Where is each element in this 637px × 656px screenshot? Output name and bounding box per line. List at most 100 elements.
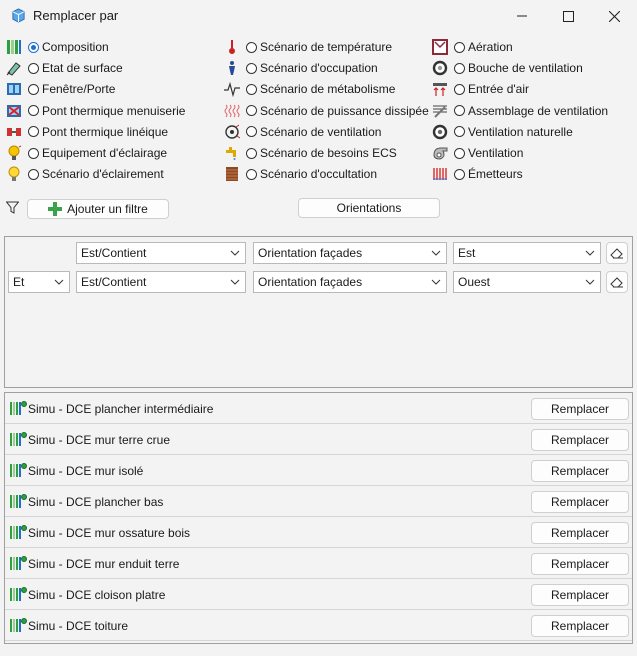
option-composition[interactable]: Composition <box>6 37 109 57</box>
option-ventilation-assembly[interactable]: Assemblage de ventilation <box>432 101 608 121</box>
list-item: Simu - DCE mur ossature bois Remplacer <box>5 517 632 548</box>
ventilation-assembly-icon <box>433 105 447 118</box>
heat-dissipation-icon <box>224 104 240 117</box>
option-heat-dissipation[interactable]: Scénario de puissance dissipée <box>224 101 429 121</box>
radio-button[interactable] <box>246 83 257 95</box>
chevron-down-icon <box>54 279 64 285</box>
replace-button-label: Remplacer <box>550 464 610 478</box>
replace-button[interactable]: Remplacer <box>531 615 629 637</box>
radio-button[interactable] <box>246 168 257 180</box>
radio-button[interactable] <box>454 147 465 159</box>
radio-button[interactable] <box>246 41 257 53</box>
radio-button[interactable] <box>28 168 39 180</box>
maximize-icon <box>562 10 574 22</box>
add-filter-button[interactable]: Ajouter un filtre <box>27 199 169 219</box>
radio-button[interactable] <box>454 126 465 138</box>
radio-button[interactable] <box>246 147 257 159</box>
filter-2-property-value: Orientation façades <box>258 275 363 289</box>
radio-button[interactable] <box>454 168 465 180</box>
filter-1-value-select[interactable]: Est <box>453 242 601 264</box>
shutter-icon <box>226 167 238 182</box>
option-air-inlet[interactable]: Entrée d'air <box>432 79 529 99</box>
vent-outlet-icon <box>432 60 448 76</box>
lighting-scenario-icon <box>8 166 20 182</box>
surface-state-icon <box>6 62 21 76</box>
option-faucet[interactable]: Scénario de besoins ECS <box>224 143 397 163</box>
filter-1-field-select[interactable]: Est/Contient <box>76 242 246 264</box>
radio-button[interactable] <box>246 62 257 74</box>
option-pulse[interactable]: Scénario de métabolisme <box>224 79 395 99</box>
option-label: Assemblage de ventilation <box>468 103 609 118</box>
chevron-down-icon <box>431 279 441 285</box>
filter-2-clear-button[interactable] <box>606 271 628 293</box>
item-name: Simu - DCE plancher intermédiaire <box>28 402 214 416</box>
radio-button[interactable] <box>454 105 465 117</box>
option-radiator[interactable]: Émetteurs <box>432 164 523 184</box>
eraser-icon <box>610 277 623 288</box>
list-item: Simu - DCE toiture Remplacer <box>5 610 632 641</box>
option-label: Scénario d'occultation <box>260 167 378 182</box>
filter-2-field-select[interactable]: Est/Contient <box>76 271 246 293</box>
option-opening-window[interactable]: Aération <box>432 37 513 57</box>
filter-1-property-select[interactable]: Orientation façades <box>253 242 447 264</box>
option-natural-ventilation[interactable]: Ventilation naturelle <box>432 122 573 142</box>
radio-button[interactable] <box>454 62 465 74</box>
composition-icon <box>10 401 27 415</box>
option-ventilation-scenario[interactable]: Scénario de ventilation <box>224 122 381 142</box>
replace-button[interactable]: Remplacer <box>531 522 629 544</box>
option-surface-state[interactable]: Etat de surface <box>6 58 123 78</box>
filter-2-conjunction-select[interactable]: Et <box>8 271 70 293</box>
option-label: Fenêtre/Porte <box>42 82 116 97</box>
radio-button[interactable] <box>246 105 257 117</box>
replace-button-label: Remplacer <box>550 557 610 571</box>
item-name: Simu - DCE plancher bas <box>28 495 164 509</box>
replace-button[interactable]: Remplacer <box>531 491 629 513</box>
option-joinery-thermal-bridge[interactable]: Pont thermique menuiserie <box>6 101 185 121</box>
radio-button[interactable] <box>454 83 465 95</box>
filter-1-field-value: Est/Contient <box>81 246 147 260</box>
option-fan[interactable]: Ventilation <box>432 143 523 163</box>
radio-button[interactable] <box>28 41 39 53</box>
radio-button[interactable] <box>454 41 465 53</box>
option-linear-thermal-bridge[interactable]: Pont thermique linéique <box>6 122 168 142</box>
chevron-down-icon <box>585 279 595 285</box>
replace-button-label: Remplacer <box>550 588 610 602</box>
radio-button[interactable] <box>28 83 39 95</box>
eraser-icon <box>610 248 623 259</box>
option-shutter[interactable]: Scénario d'occultation <box>224 164 377 184</box>
radio-button[interactable] <box>246 126 257 138</box>
replace-button[interactable]: Remplacer <box>531 460 629 482</box>
list-item: Simu - DCE mur terre crue Remplacer <box>5 424 632 455</box>
orientations-button[interactable]: Orientations <box>298 198 440 218</box>
minimize-button[interactable] <box>499 0 545 32</box>
replace-button[interactable]: Remplacer <box>531 553 629 575</box>
radio-button[interactable] <box>28 147 39 159</box>
radiator-icon <box>433 168 447 181</box>
option-lighting-scenario[interactable]: Scénario d'éclairement <box>6 164 164 184</box>
option-thermometer[interactable]: Scénario de température <box>224 37 392 57</box>
composition-icon <box>10 525 27 539</box>
thermometer-icon <box>229 40 235 54</box>
replace-button[interactable]: Remplacer <box>531 584 629 606</box>
replace-button[interactable]: Remplacer <box>531 398 629 420</box>
option-vent-outlet[interactable]: Bouche de ventilation <box>432 58 583 78</box>
maximize-button[interactable] <box>545 0 591 32</box>
option-lighting-equipment[interactable]: Equipement d'éclairage <box>6 143 167 163</box>
air-inlet-icon <box>433 83 447 97</box>
radio-button[interactable] <box>28 126 39 138</box>
filter-2-value: Ouest <box>458 275 491 289</box>
option-window-door[interactable]: Fenêtre/Porte <box>6 79 115 99</box>
filter-1-clear-button[interactable] <box>606 242 628 264</box>
filter-1-value: Est <box>458 246 476 260</box>
option-occupant[interactable]: Scénario d'occupation <box>224 58 378 78</box>
option-label: Scénario d'éclairement <box>42 167 164 182</box>
radio-button[interactable] <box>28 105 39 117</box>
radio-button[interactable] <box>28 62 39 74</box>
option-label: Etat de surface <box>42 61 123 76</box>
close-button[interactable] <box>591 0 637 32</box>
composition-icon <box>10 463 27 477</box>
option-label: Pont thermique menuiserie <box>42 103 186 118</box>
filter-2-property-select[interactable]: Orientation façades <box>253 271 447 293</box>
filter-2-value-select[interactable]: Ouest <box>453 271 601 293</box>
replace-button[interactable]: Remplacer <box>531 429 629 451</box>
